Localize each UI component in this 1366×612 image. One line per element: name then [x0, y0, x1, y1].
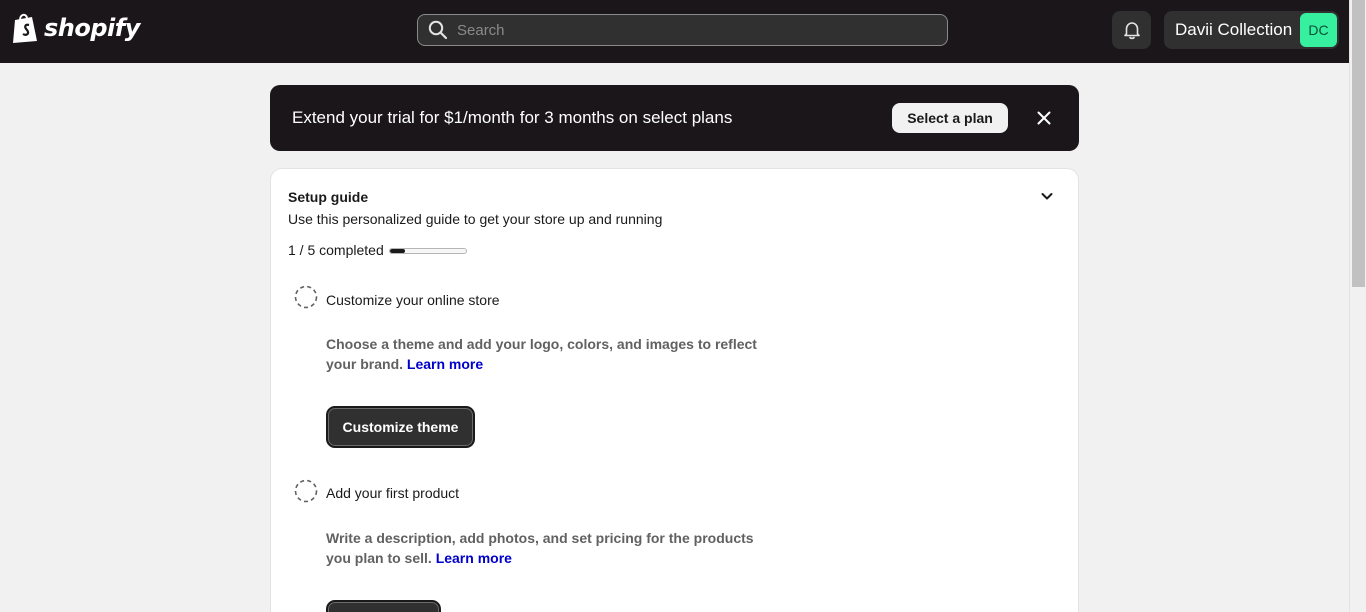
setup-guide-card: Setup guide Use this personalized guide …: [270, 168, 1079, 612]
task-title[interactable]: Add your first product: [326, 485, 459, 501]
trial-banner: Extend your trial for $1/month for 3 mon…: [270, 85, 1079, 151]
search-input[interactable]: [457, 21, 917, 39]
avatar: DC: [1300, 13, 1337, 47]
task-description: Choose a theme and add your logo, colors…: [326, 334, 776, 374]
notifications-button[interactable]: [1112, 11, 1151, 49]
banner-text: Extend your trial for $1/month for 3 mon…: [292, 108, 733, 127]
store-name: Davii Collection: [1175, 20, 1293, 39]
progress-bar-fill: [390, 249, 406, 253]
learn-more-link[interactable]: Learn more: [436, 550, 512, 566]
task-title[interactable]: Customize your online store: [326, 292, 500, 308]
add-product-button[interactable]: [326, 600, 441, 612]
top-bar: shopify Davii Collection DC: [0, 0, 1349, 63]
chevron-down-icon[interactable]: [1039, 188, 1055, 204]
close-icon: [1037, 111, 1051, 125]
scrollbar-thumb[interactable]: [1352, 0, 1365, 287]
progress-bar: [389, 248, 467, 254]
setup-guide-subtitle: Use this personalized guide to get your …: [288, 211, 663, 227]
setup-guide-title: Setup guide: [288, 189, 369, 205]
shopify-bag-icon: [13, 13, 37, 43]
bell-icon: [1123, 22, 1140, 40]
customize-theme-button[interactable]: Customize theme: [326, 406, 475, 448]
task-description: Write a description, add photos, and set…: [326, 528, 776, 568]
dashed-circle-icon[interactable]: [294, 479, 318, 503]
progress-label: 1 / 5 completed: [288, 242, 384, 258]
search-icon: [428, 20, 448, 40]
brand-name: shopify: [44, 14, 140, 42]
dismiss-banner-button[interactable]: [1034, 108, 1054, 128]
task-description-text: Choose a theme and add your logo, colors…: [326, 336, 757, 372]
dashed-circle-icon[interactable]: [294, 285, 318, 309]
select-plan-button[interactable]: Select a plan: [892, 103, 1008, 133]
task-description-text: Write a description, add photos, and set…: [326, 530, 754, 566]
page-scrollbar[interactable]: [1349, 0, 1366, 612]
learn-more-link[interactable]: Learn more: [407, 356, 483, 372]
search-bar[interactable]: [417, 14, 948, 46]
store-menu-button[interactable]: Davii Collection DC: [1164, 11, 1339, 49]
shopify-logo[interactable]: shopify: [10, 12, 140, 44]
